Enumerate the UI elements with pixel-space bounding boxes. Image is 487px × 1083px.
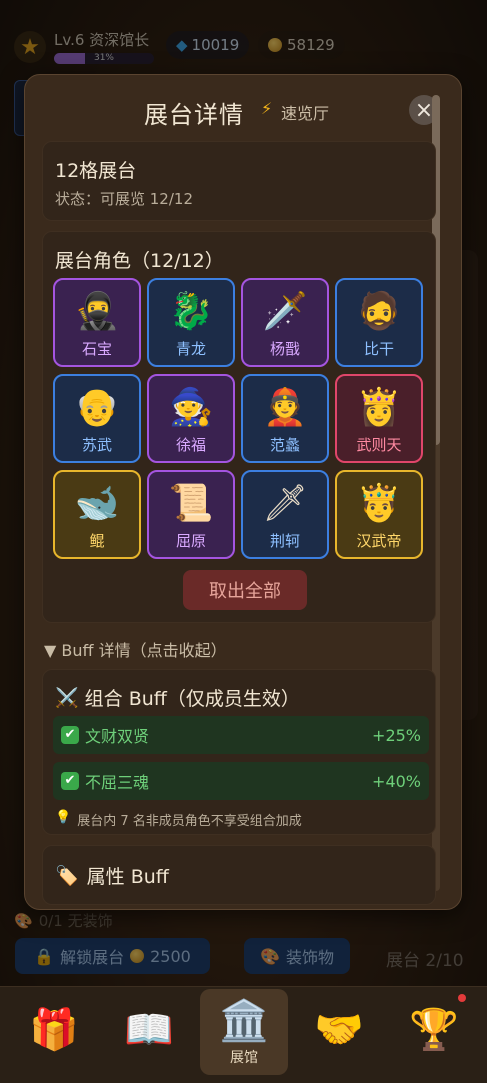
character-name: 杨戬 bbox=[269, 340, 300, 358]
modal-header: 展台详情 ⚡ 速览厅 bbox=[25, 95, 461, 131]
character-tile[interactable]: 🥷 石宝 bbox=[53, 278, 141, 367]
lightning-icon: ⚡ bbox=[261, 99, 273, 118]
character-portrait-icon: 🤴 bbox=[356, 483, 402, 524]
character-tile[interactable]: 🐉 青龙 bbox=[147, 278, 235, 367]
nav-gift[interactable]: 🎁 bbox=[10, 987, 98, 1073]
museum-icon: 🏛️ bbox=[219, 998, 269, 1044]
character-portrait-icon: 🧙 bbox=[168, 387, 214, 428]
character-tile[interactable]: 👴 苏武 bbox=[53, 374, 141, 463]
checkmark-icon: ✔ bbox=[61, 772, 79, 790]
buff-note-text: 展台内 7 名非成员角色不享受组合加成 bbox=[77, 814, 302, 829]
character-tile[interactable]: 🤴 汉武帝 bbox=[335, 470, 423, 559]
character-name: 汉武帝 bbox=[356, 532, 402, 550]
character-portrait-icon: 🗡️ bbox=[262, 291, 308, 332]
buff-note: 💡 展台内 7 名非成员角色不享受组合加成 bbox=[55, 810, 302, 829]
roles-title: 展台角色（12/12） bbox=[55, 250, 224, 272]
buff-value: +40% bbox=[372, 771, 421, 791]
character-name: 鲲 bbox=[89, 532, 105, 550]
booth-roles-card: 展台角色（12/12） 🥷 石宝 🐉 青龙 🗡️ 杨戬 🧔 比干 👴 苏武 🧙 徐福 👲 范蠡 👸 武则天 🐋 鲲… bbox=[42, 231, 436, 623]
character-portrait-icon: 👲 bbox=[262, 387, 308, 428]
character-tile[interactable]: 🗡 荆轲 bbox=[241, 470, 329, 559]
booth-detail-modal: 展台详情 ⚡ 速览厅 × 12格展台 状态：可展览 12/12 展台角色（12/… bbox=[24, 74, 462, 910]
character-name: 屈原 bbox=[175, 532, 206, 550]
trophy-icon: 🏆 bbox=[409, 1007, 459, 1053]
nav-museum[interactable]: 🏛️ 展馆 bbox=[200, 989, 288, 1075]
character-tile[interactable]: 👲 范蠡 bbox=[241, 374, 329, 463]
character-portrait-icon: 🗡 bbox=[262, 483, 308, 524]
buff-value: +25% bbox=[372, 725, 421, 745]
nav-book[interactable]: 📖 bbox=[105, 987, 193, 1073]
lightbulb-icon: 💡 bbox=[55, 810, 72, 825]
character-portrait-icon: 📜 bbox=[168, 483, 214, 524]
notification-dot bbox=[458, 994, 466, 1002]
character-name: 徐福 bbox=[175, 436, 206, 454]
buff-row: ✔ 不屈三魂 +40% bbox=[53, 762, 429, 800]
tag-icon: 🏷️ bbox=[55, 865, 79, 887]
combo-buff-title: ⚔️ 组合 Buff（仅成员生效） bbox=[55, 684, 300, 711]
book-icon: 📖 bbox=[124, 1007, 174, 1053]
character-tile[interactable]: 🧙 徐福 bbox=[147, 374, 235, 463]
combo-buff-card: ⚔️ 组合 Buff（仅成员生效） ✔ 文财双贤 +25% ✔ 不屈三魂 +40% … bbox=[42, 669, 436, 835]
attribute-buff-title: 🏷️ 属性 Buff bbox=[55, 862, 169, 889]
booth-title: 12格展台 bbox=[55, 160, 137, 182]
attribute-buff-label: 属性 Buff bbox=[86, 866, 169, 888]
combo-buff-label: 组合 Buff（仅成员生效） bbox=[84, 688, 300, 710]
handshake-icon: 🤝 bbox=[314, 1007, 364, 1053]
character-portrait-icon: 🧔 bbox=[356, 291, 402, 332]
buff-name: 不屈三魂 bbox=[85, 773, 150, 792]
character-tile[interactable]: 🧔 比干 bbox=[335, 278, 423, 367]
character-tile[interactable]: 🐋 鲲 bbox=[53, 470, 141, 559]
booth-status: 状态：可展览 12/12 bbox=[55, 190, 193, 208]
buff-details-toggle[interactable]: ▼ Buff 详情（点击收起） bbox=[44, 637, 227, 661]
character-name: 武则天 bbox=[356, 436, 402, 454]
character-name: 荆轲 bbox=[269, 532, 300, 550]
character-tile[interactable]: 👸 武则天 bbox=[335, 374, 423, 463]
character-name: 范蠡 bbox=[269, 436, 300, 454]
gift-icon: 🎁 bbox=[29, 1007, 79, 1053]
modal-title: 展台详情 bbox=[144, 101, 244, 129]
modal-subtitle: 速览厅 bbox=[281, 104, 330, 123]
bottom-nav: 🎁 📖 🏛️ 展馆 🤝 🏆 bbox=[0, 986, 487, 1083]
nav-handshake[interactable]: 🤝 bbox=[295, 987, 383, 1073]
character-name: 石宝 bbox=[81, 340, 112, 358]
character-tile[interactable]: 🗡️ 杨戬 bbox=[241, 278, 329, 367]
buff-name: 文财双贤 bbox=[85, 727, 150, 746]
nav-museum-label: 展馆 bbox=[230, 1050, 258, 1066]
character-name: 比干 bbox=[363, 340, 394, 358]
character-name: 苏武 bbox=[81, 436, 112, 454]
character-name: 青龙 bbox=[175, 340, 206, 358]
character-portrait-icon: 🐉 bbox=[168, 291, 214, 332]
take-all-button[interactable]: 取出全部 bbox=[183, 570, 307, 610]
character-portrait-icon: 👸 bbox=[356, 387, 402, 428]
attribute-buff-card[interactable]: 🏷️ 属性 Buff bbox=[42, 845, 436, 905]
character-tile[interactable]: 📜 屈原 bbox=[147, 470, 235, 559]
checkmark-icon: ✔ bbox=[61, 726, 79, 744]
character-portrait-icon: 🐋 bbox=[74, 483, 120, 524]
crossed-swords-icon: ⚔️ bbox=[55, 687, 79, 709]
buff-row: ✔ 文财双贤 +25% bbox=[53, 716, 429, 754]
booth-info-card: 12格展台 状态：可展览 12/12 bbox=[42, 141, 436, 221]
character-portrait-icon: 🥷 bbox=[74, 291, 120, 332]
character-portrait-icon: 👴 bbox=[74, 387, 120, 428]
